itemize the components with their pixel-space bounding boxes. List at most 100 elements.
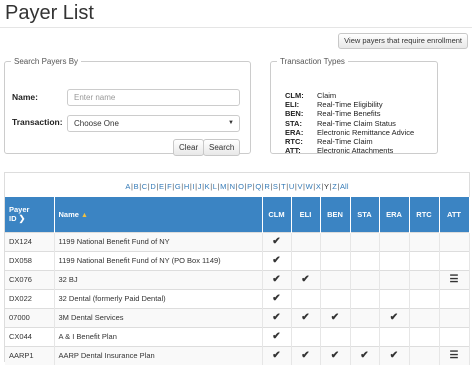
transaction-type-item: RTC: Real-Time Claim bbox=[285, 137, 414, 146]
clear-button[interactable]: Clear bbox=[173, 139, 205, 156]
transaction-type-code: ELI: bbox=[285, 100, 300, 110]
payer-ben-cell bbox=[320, 250, 351, 270]
check-icon: ✔ bbox=[272, 274, 281, 285]
payer-ben-cell bbox=[320, 288, 351, 308]
alphabet-link-q[interactable]: Q bbox=[255, 182, 261, 191]
payer-rtc-cell bbox=[409, 326, 440, 346]
sort-asc-icon: ▲ bbox=[81, 211, 88, 219]
check-icon: ✔ bbox=[301, 312, 310, 323]
alphabet-link-j[interactable]: J bbox=[198, 182, 202, 191]
table-row[interactable]: 07000 3M Dental Services ✔ ✔ ✔ ✔ bbox=[5, 307, 470, 327]
column-header-payer-id[interactable]: Payer ID ❯ bbox=[5, 197, 55, 232]
dropdown-arrow-icon: ▼ bbox=[228, 120, 234, 126]
alphabet-link-l[interactable]: L bbox=[213, 182, 217, 191]
table-row[interactable]: DX124 1199 National Benefit Fund of NY ✔ bbox=[5, 231, 470, 251]
column-header-eli[interactable]: ELI bbox=[291, 197, 321, 232]
name-label: Name: bbox=[12, 92, 38, 102]
name-header-label: Name bbox=[58, 209, 79, 219]
table-row[interactable]: DX022 32 Dental (formerly Paid Dental) ✔ bbox=[5, 288, 470, 308]
payer-ben-cell: ✔ bbox=[320, 345, 351, 365]
alphabet-link-v[interactable]: V bbox=[297, 182, 302, 191]
payer-id-cell: DX124 bbox=[5, 231, 55, 251]
payer-att-cell bbox=[439, 231, 470, 251]
list-icon[interactable]: ☰ bbox=[450, 350, 459, 361]
alphabet-link-e[interactable]: E bbox=[159, 182, 164, 191]
alphabet-link-w[interactable]: W bbox=[306, 182, 313, 191]
payer-sta-cell bbox=[350, 326, 380, 346]
alphabet-link-k[interactable]: K bbox=[205, 182, 210, 191]
alphabet-link-b[interactable]: B bbox=[134, 182, 139, 191]
payer-att-cell: ☰ bbox=[439, 269, 470, 289]
check-icon: ✔ bbox=[389, 350, 399, 362]
column-header-ben[interactable]: BEN bbox=[320, 197, 351, 232]
payer-eli-cell: ✔ bbox=[291, 307, 321, 327]
check-icon: ✔ bbox=[360, 350, 369, 362]
alphabet-link-h[interactable]: H bbox=[184, 182, 190, 191]
payer-sta-cell bbox=[350, 231, 380, 251]
alphabet-link-u[interactable]: U bbox=[289, 182, 295, 191]
table-row[interactable]: AARP1 AARP Dental Insurance Plan ✔ ✔ ✔ ✔ ✔ ☰ bbox=[5, 345, 470, 365]
payer-eli-cell bbox=[291, 326, 321, 346]
payer-eli-cell: ✔ bbox=[291, 345, 321, 365]
chevron-right-icon: ❯ bbox=[18, 214, 26, 224]
transaction-types-panel: Transaction Types CLM: Claim ELI: Real-Time… bbox=[270, 57, 438, 155]
alphabet-link-all[interactable]: All bbox=[340, 182, 349, 191]
transaction-type-code: ATT: bbox=[285, 146, 301, 156]
transaction-type-code: RTC: bbox=[285, 137, 303, 147]
alphabet-link-o[interactable]: O bbox=[238, 182, 244, 191]
table-header-row: Payer ID ❯ Name ▲ CLM ELI BEN STA ERA RT… bbox=[5, 197, 470, 232]
payer-att-cell bbox=[439, 288, 470, 308]
transaction-type-item: ATT: Electronic Attachments bbox=[285, 146, 414, 155]
alphabet-link-c[interactable]: C bbox=[142, 182, 148, 191]
transaction-type-item: ERA: Electronic Remittance Advice bbox=[285, 128, 414, 137]
transaction-type-item: STA: Real-Time Claim Status bbox=[285, 119, 414, 128]
alphabet-link-p[interactable]: P bbox=[247, 182, 252, 191]
column-header-era[interactable]: ERA bbox=[379, 197, 410, 232]
table-row[interactable]: DX058 1199 National Benefit Fund of NY (P… bbox=[5, 250, 470, 270]
column-header-sta[interactable]: STA bbox=[350, 197, 380, 232]
payer-era-cell bbox=[379, 269, 410, 289]
transaction-type-code: CLM: bbox=[285, 91, 304, 100]
check-icon: ✔ bbox=[330, 312, 340, 323]
alphabet-link-s[interactable]: S bbox=[273, 182, 278, 191]
transaction-type-item: ELI: Real-Time Eligibility bbox=[285, 100, 414, 109]
payer-sta-cell bbox=[350, 269, 380, 289]
payer-rtc-cell bbox=[409, 231, 440, 251]
payer-sta-cell bbox=[350, 288, 380, 308]
transaction-type-description: Real-Time Claim Status bbox=[317, 118, 396, 128]
alphabet-link-m[interactable]: M bbox=[220, 182, 226, 191]
payer-id-cell: AARP1 bbox=[5, 345, 55, 365]
payer-sta-cell bbox=[350, 307, 380, 327]
payer-clm-cell: ✔ bbox=[262, 231, 292, 251]
payer-name-cell: 1199 National Benefit Fund of NY bbox=[54, 231, 263, 251]
alphabet-filter: A|B|C|D|E|F|G|H|I|J|K|L|M|N|O|P|Q|R|S|T|… bbox=[5, 182, 469, 191]
payer-clm-cell: ✔ bbox=[262, 345, 292, 365]
payer-att-cell bbox=[439, 326, 470, 346]
payer-era-cell: ✔ bbox=[379, 345, 410, 365]
transaction-types-legend: Transaction Types bbox=[280, 57, 345, 66]
view-enrollment-payers-button[interactable]: View payers that require enrollment bbox=[338, 33, 468, 49]
list-icon[interactable]: ☰ bbox=[450, 274, 459, 285]
payer-ben-cell bbox=[320, 269, 351, 289]
payer-name-cell: 1199 National Benefit Fund of NY (PO Box… bbox=[54, 250, 263, 270]
payer-att-cell: ☰ bbox=[439, 345, 470, 365]
column-header-clm[interactable]: CLM bbox=[262, 197, 292, 232]
transaction-select[interactable]: Choose One ▼ bbox=[67, 115, 240, 132]
payer-att-cell bbox=[439, 307, 470, 327]
table-row[interactable]: CX044 A & I Benefit Plan ✔ bbox=[5, 326, 470, 346]
payer-name-cell: A & I Benefit Plan bbox=[54, 326, 263, 346]
table-row[interactable]: CX076 32 BJ ✔ ✔ ☰ bbox=[5, 269, 470, 289]
name-input[interactable] bbox=[67, 89, 240, 106]
payer-id-cell: CX076 bbox=[5, 269, 55, 289]
payer-rtc-cell bbox=[409, 269, 440, 289]
column-header-rtc[interactable]: RTC bbox=[409, 197, 440, 232]
check-icon: ✔ bbox=[301, 350, 310, 362]
column-header-name[interactable]: Name ▲ bbox=[54, 197, 263, 232]
payer-clm-cell: ✔ bbox=[262, 326, 292, 346]
alphabet-link-n[interactable]: N bbox=[230, 182, 236, 191]
column-header-att[interactable]: ATT bbox=[439, 197, 470, 232]
title-divider bbox=[0, 27, 472, 28]
search-button[interactable]: Search bbox=[203, 139, 241, 156]
alphabet-link-g[interactable]: G bbox=[175, 182, 181, 191]
alphabet-link-a[interactable]: A bbox=[125, 182, 130, 191]
